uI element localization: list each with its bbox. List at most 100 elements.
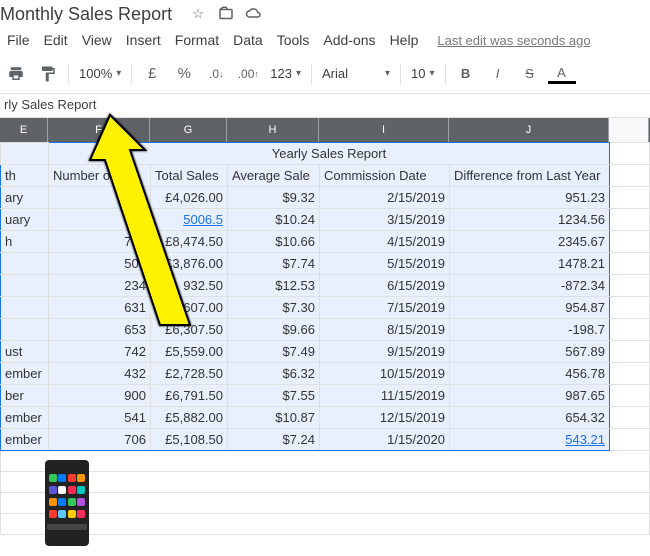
cell-total[interactable]: £5,559.00 <box>151 341 228 363</box>
cell-diff[interactable]: 654.32 <box>450 407 610 429</box>
header-month[interactable]: th <box>1 165 49 187</box>
cell-num[interactable]: 234 <box>49 275 151 297</box>
col-header-G[interactable]: G <box>150 118 227 142</box>
cell[interactable] <box>610 429 650 451</box>
cell-avg[interactable]: $7.74 <box>228 253 320 275</box>
cell[interactable] <box>610 231 650 253</box>
cell-avg[interactable]: $9.66 <box>228 319 320 341</box>
cell-total[interactable]: £5,882.00 <box>151 407 228 429</box>
cell[interactable] <box>610 363 650 385</box>
cell-diff[interactable]: 2345.67 <box>450 231 610 253</box>
col-header-I[interactable]: I <box>319 118 449 142</box>
cell-total[interactable]: £4,607.00 <box>151 297 228 319</box>
cell-avg[interactable]: $12.53 <box>228 275 320 297</box>
cell[interactable] <box>610 275 650 297</box>
percent-icon[interactable]: % <box>170 60 198 88</box>
cloud-icon[interactable] <box>244 4 264 24</box>
cell-date[interactable]: 5/15/2019 <box>320 253 450 275</box>
cell-avg[interactable]: $6.32 <box>228 363 320 385</box>
document-title[interactable]: Monthly Sales Report <box>0 4 172 25</box>
cell[interactable] <box>610 319 650 341</box>
cell-date[interactable]: 12/15/2019 <box>320 407 450 429</box>
cell-avg[interactable]: $7.30 <box>228 297 320 319</box>
cell-total[interactable]: £5,108.50 <box>151 429 228 451</box>
cell[interactable] <box>610 297 650 319</box>
menu-insert[interactable]: Insert <box>119 28 168 52</box>
cell-total[interactable]: 5006.5 <box>151 209 228 231</box>
cell-num[interactable]: 742 <box>49 341 151 363</box>
decrease-decimal-icon[interactable]: .0↓ <box>202 60 230 88</box>
menu-edit[interactable]: Edit <box>37 28 75 52</box>
cell-avg[interactable]: $7.49 <box>228 341 320 363</box>
cell-diff[interactable]: 567.89 <box>450 341 610 363</box>
cell-num[interactable]: 795 <box>49 231 151 253</box>
currency-icon[interactable]: £ <box>138 60 166 88</box>
cell-date[interactable]: 6/15/2019 <box>320 275 450 297</box>
cell-date[interactable]: 3/15/2019 <box>320 209 450 231</box>
cell-avg[interactable]: $9.32 <box>228 187 320 209</box>
cell-month[interactable] <box>1 275 49 297</box>
cell-month[interactable]: ember <box>1 429 49 451</box>
col-header-blank[interactable] <box>609 118 649 142</box>
cell[interactable] <box>1 451 650 472</box>
cell-total[interactable]: £6,791.50 <box>151 385 228 407</box>
cell-date[interactable]: 11/15/2019 <box>320 385 450 407</box>
cell-num[interactable]: 32 <box>49 187 151 209</box>
cell-num[interactable]: 541 <box>49 407 151 429</box>
star-icon[interactable]: ☆ <box>188 4 208 24</box>
print-icon[interactable] <box>2 60 30 88</box>
cell-avg[interactable]: $7.55 <box>228 385 320 407</box>
more-formats[interactable]: 123▾ <box>264 66 307 81</box>
cell[interactable] <box>610 209 650 231</box>
cell-diff[interactable]: 951.23 <box>450 187 610 209</box>
formula-bar[interactable]: rly Sales Report <box>0 94 650 118</box>
cell[interactable] <box>1 472 650 493</box>
cell-diff[interactable]: 456.78 <box>450 363 610 385</box>
cell-diff[interactable]: 543.21 <box>450 429 610 451</box>
cell-month[interactable]: uary <box>1 209 49 231</box>
col-header-F[interactable]: F <box>48 118 150 142</box>
cell-date[interactable]: 7/15/2019 <box>320 297 450 319</box>
cell-avg[interactable]: $10.87 <box>228 407 320 429</box>
cell-month[interactable]: ber <box>1 385 49 407</box>
cell-avg[interactable]: $10.24 <box>228 209 320 231</box>
cell[interactable] <box>610 187 650 209</box>
cell[interactable] <box>610 253 650 275</box>
increase-decimal-icon[interactable]: .00↑ <box>234 60 262 88</box>
cell-date[interactable]: 1/15/2020 <box>320 429 450 451</box>
menu-tools[interactable]: Tools <box>270 28 317 52</box>
header-avg-sale[interactable]: Average Sale <box>228 165 320 187</box>
menu-file[interactable]: File <box>0 28 37 52</box>
cell[interactable] <box>610 341 650 363</box>
cell-month[interactable] <box>1 253 49 275</box>
cell-num[interactable]: 706 <box>49 429 151 451</box>
header-diff[interactable]: Difference from Last Year <box>450 165 610 187</box>
cell[interactable] <box>610 165 650 187</box>
bold-button[interactable]: B <box>452 60 480 88</box>
cell-month[interactable] <box>1 297 49 319</box>
text-color-button[interactable]: A <box>548 64 576 84</box>
cell[interactable] <box>1 514 650 535</box>
cell-month[interactable]: ust <box>1 341 49 363</box>
cell[interactable] <box>610 385 650 407</box>
cell-total[interactable]: £3,876.00 <box>151 253 228 275</box>
cell[interactable] <box>1 493 650 514</box>
font-select[interactable]: Arial▾ <box>316 66 396 81</box>
cell-diff[interactable]: -198.7 <box>450 319 610 341</box>
header-total-sales[interactable]: Total Sales <box>151 165 228 187</box>
cell-total[interactable]: £6,307.50 <box>151 319 228 341</box>
image-thumbnail[interactable] <box>45 460 89 546</box>
cell-date[interactable]: 10/15/2019 <box>320 363 450 385</box>
menu-format[interactable]: Format <box>168 28 226 52</box>
cell-diff[interactable]: 1478.21 <box>450 253 610 275</box>
cell-date[interactable]: 2/15/2019 <box>320 187 450 209</box>
cell-num[interactable]: 900 <box>49 385 151 407</box>
cell-diff[interactable]: 1234.56 <box>450 209 610 231</box>
cell-total[interactable]: £2,728.50 <box>151 363 228 385</box>
menu-view[interactable]: View <box>75 28 119 52</box>
strike-button[interactable]: S <box>516 60 544 88</box>
italic-button[interactable]: I <box>484 60 512 88</box>
cell-num[interactable]: 4 <box>49 209 151 231</box>
cell-total[interactable]: £8,474.50 <box>151 231 228 253</box>
cell-month[interactable]: h <box>1 231 49 253</box>
